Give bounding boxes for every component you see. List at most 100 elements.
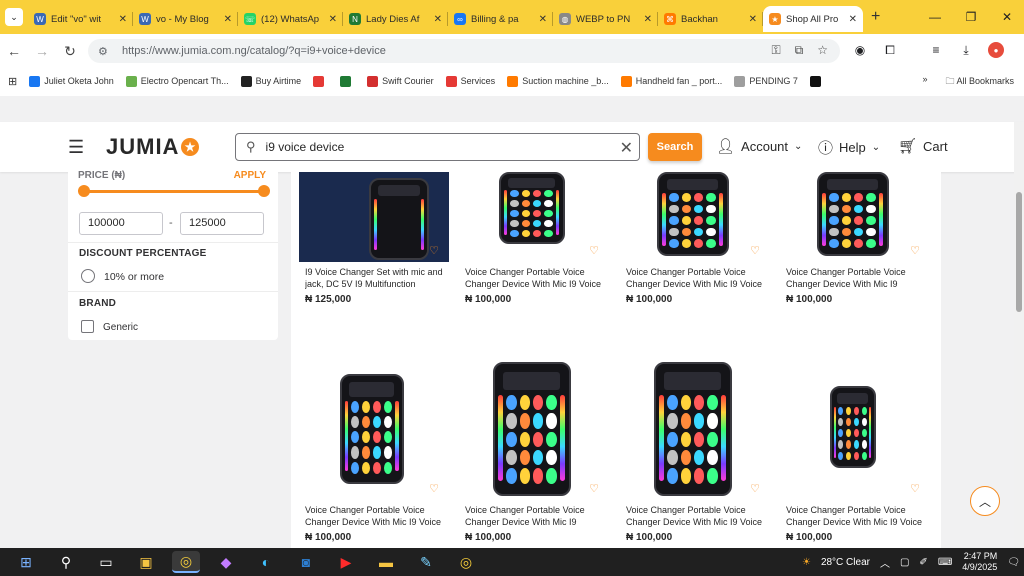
pen-icon[interactable]: ✐ <box>919 557 927 568</box>
discount-option-label[interactable]: 10% or more <box>104 271 164 283</box>
product-name[interactable]: Voice Changer Portable Voice Changer Dev… <box>465 266 605 290</box>
profile-avatar-icon[interactable]: ● <box>988 42 1004 58</box>
close-tab-icon[interactable]: ✕ <box>749 14 757 25</box>
network-icon[interactable]: ▢ <box>900 557 909 568</box>
wishlist-heart-icon[interactable]: ♡ <box>589 482 599 495</box>
product-image[interactable] <box>780 172 925 256</box>
bookmark-item[interactable]: Electro Opencart Th... <box>125 75 229 87</box>
address-bar[interactable]: ⚙ ⚿ ⧉ ☆ <box>88 39 840 63</box>
scrollbar-thumb[interactable] <box>1016 192 1022 312</box>
min-price-handle[interactable] <box>78 185 90 197</box>
browser-tab[interactable]: Wvo - My Blog ✕ <box>133 6 238 32</box>
close-tab-icon[interactable]: ✕ <box>329 14 337 25</box>
product-card[interactable]: ♡ Voice Changer Portable Voice Changer De… <box>451 172 611 362</box>
bookmark-item[interactable] <box>809 75 825 87</box>
close-tab-icon[interactable]: ✕ <box>644 14 652 25</box>
wishlist-heart-icon[interactable]: ♡ <box>910 482 920 495</box>
bookmark-item[interactable]: Services <box>445 75 495 87</box>
product-image[interactable] <box>299 172 449 262</box>
wishlist-heart-icon[interactable]: ♡ <box>750 244 760 257</box>
wishlist-heart-icon[interactable]: ♡ <box>429 244 439 257</box>
download-icon[interactable]: ⤓ <box>958 42 974 58</box>
cart-link[interactable]: 🛒︎ Cart <box>898 137 948 155</box>
weather-label[interactable]: 28°C Clear <box>821 557 870 568</box>
product-card[interactable]: ♡ I9 Voice Changer Set with mic and jack,… <box>291 172 451 362</box>
product-image[interactable] <box>459 172 604 244</box>
install-app-icon[interactable]: ⧉ <box>795 43 804 58</box>
search-icon[interactable]: ⚲ <box>52 551 80 573</box>
chevron-up-icon[interactable]: ︿ <box>880 555 890 570</box>
bookmark-item[interactable] <box>340 75 355 87</box>
menu-kebab-icon[interactable]: ⋮ <box>1018 42 1024 58</box>
notepad-icon[interactable]: ✎ <box>412 551 440 573</box>
discount-radio[interactable] <box>81 269 95 283</box>
puzzle-extensions-icon[interactable]: ⧠ <box>882 42 898 58</box>
forward-button[interactable]: → <box>28 43 56 59</box>
brand-option-label[interactable]: Generic <box>103 322 138 333</box>
product-name[interactable]: Voice Changer Portable Voice Changer Dev… <box>786 504 926 528</box>
product-name[interactable]: Voice Changer Portable Voice Changer Dev… <box>626 266 766 290</box>
tab-search-button[interactable]: ⌄ <box>5 8 23 26</box>
youtube-icon[interactable]: ▶ <box>332 551 360 573</box>
bookmark-item[interactable]: Swift Courier <box>367 75 434 87</box>
reload-button[interactable]: ↻ <box>56 43 84 60</box>
product-card[interactable]: ♡ Voice Changer Portable Voice Changer De… <box>291 362 451 548</box>
close-tab-icon[interactable]: ✕ <box>224 14 232 25</box>
bookmark-item[interactable]: Handheld fan _ port... <box>620 75 722 87</box>
clear-search-icon[interactable]: ✕ <box>620 138 633 158</box>
more-bookmarks-icon[interactable]: » <box>922 74 927 90</box>
account-menu[interactable]: 👤︎ Account ⌄ <box>716 137 802 155</box>
file-explorer-icon[interactable]: ▬ <box>372 551 400 573</box>
product-image[interactable] <box>780 386 925 468</box>
back-to-top-button[interactable]: ︿ <box>970 486 1000 516</box>
close-tab-icon[interactable]: ✕ <box>849 14 857 25</box>
bookmark-item[interactable]: Juliet Oketa John <box>29 75 114 87</box>
close-tab-icon[interactable]: ✕ <box>539 14 547 25</box>
product-card[interactable]: ♡ Voice Changer Portable Voice Changer De… <box>772 172 932 362</box>
close-tab-icon[interactable]: ✕ <box>434 14 442 25</box>
search-input[interactable] <box>265 140 596 154</box>
new-tab-button[interactable]: + <box>871 8 880 26</box>
back-button[interactable]: ← <box>0 43 28 59</box>
browser-tab[interactable]: ★ Shop All Pro ✕ <box>763 6 863 32</box>
chrome-icon[interactable]: ◎ <box>172 551 200 573</box>
product-name[interactable]: Voice Changer Portable Voice Changer Dev… <box>626 504 766 528</box>
wishlist-heart-icon[interactable]: ♡ <box>589 244 599 257</box>
browser-tab[interactable]: ∞ Billing & pa ✕ <box>448 6 553 32</box>
page-scrollbar[interactable] <box>1014 122 1024 548</box>
product-name[interactable]: Voice Changer Portable Voice Changer Dev… <box>465 504 605 528</box>
product-card[interactable]: ♡ Voice Changer Portable Voice Changer De… <box>612 362 772 548</box>
site-info-icon[interactable]: ⚙ <box>98 45 114 58</box>
max-price-handle[interactable] <box>258 185 270 197</box>
task-view-icon[interactable]: ▭ <box>92 551 120 573</box>
minimize-button[interactable]: — <box>918 0 952 34</box>
url-input[interactable] <box>122 45 722 57</box>
store-icon[interactable]: ▣ <box>132 551 160 573</box>
price-slider[interactable] <box>78 185 270 197</box>
browser-tab[interactable]: ☏ (12) WhatsAp ✕ <box>238 6 343 32</box>
brand-checkbox[interactable] <box>81 320 94 333</box>
password-key-icon[interactable]: ⚿ <box>772 43 781 58</box>
browser-tab[interactable]: ◍ WEBP to PN ✕ <box>553 6 658 32</box>
jumia-logo[interactable]: JUMIA ★ <box>106 134 200 160</box>
bookmark-item[interactable]: Buy Airtime <box>240 75 301 87</box>
browser-tab[interactable]: N Lady Dies Af ✕ <box>343 6 448 32</box>
wishlist-heart-icon[interactable]: ♡ <box>750 482 760 495</box>
edge-icon[interactable]: ◐ <box>252 551 280 573</box>
browser-tab[interactable]: ⌘ Backhan ✕ <box>658 6 763 32</box>
product-card[interactable]: ♡ Voice Changer Portable Voice Changer De… <box>612 172 772 362</box>
product-name[interactable]: Voice Changer Portable Voice Changer Dev… <box>305 504 445 528</box>
menu-hamburger-icon[interactable]: ☰ <box>68 137 84 158</box>
min-price-input[interactable]: 100000 <box>79 212 163 235</box>
product-card[interactable]: ♡ Voice Changer Portable Voice Changer De… <box>451 362 611 548</box>
help-menu[interactable]: ⓘ Help ⌄ <box>818 137 880 158</box>
chrome-profile-icon[interactable]: ◎ <box>452 551 480 573</box>
all-bookmarks[interactable]: 🗀 All Bookmarks <box>945 74 1014 90</box>
bookmark-item[interactable] <box>313 75 328 87</box>
copilot-icon[interactable]: ◆ <box>212 551 240 573</box>
close-tab-icon[interactable]: ✕ <box>119 14 127 25</box>
apps-grid-icon[interactable]: ⊞ <box>8 75 17 88</box>
search-button[interactable]: Search <box>648 133 702 161</box>
notification-icon[interactable]: 🗨︎ <box>1007 557 1020 568</box>
product-image[interactable] <box>459 362 604 496</box>
